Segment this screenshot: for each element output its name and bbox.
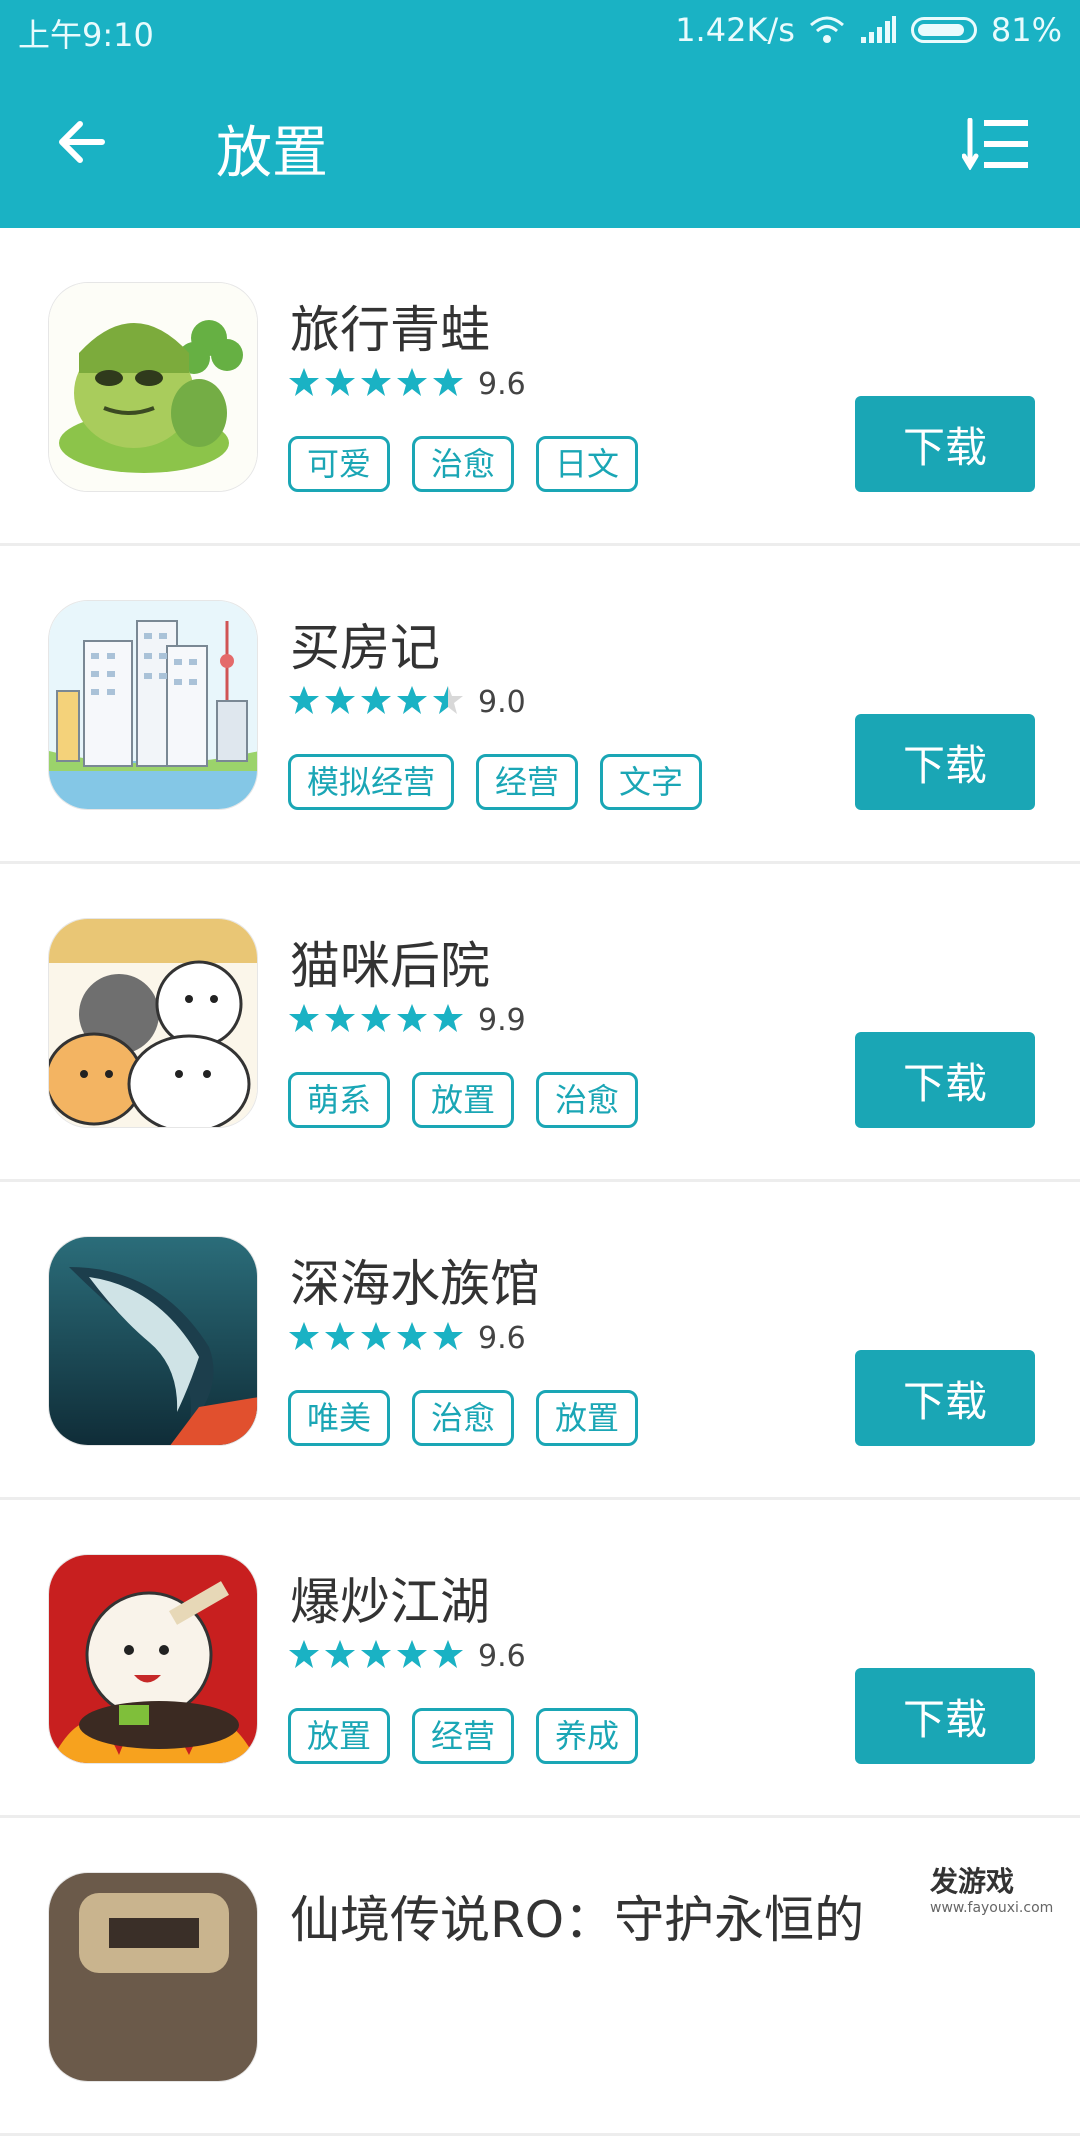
- download-button[interactable]: 下载: [855, 1668, 1035, 1764]
- star-icon: [397, 1322, 427, 1350]
- app-name[interactable]: 买房记: [290, 608, 440, 680]
- list-item[interactable]: 仙境传说RO：守护永恒的: [0, 1818, 1080, 2136]
- rating-score: 9.6: [478, 1638, 526, 1674]
- star-icon: [325, 1004, 355, 1032]
- star-icon: [397, 368, 427, 396]
- tag[interactable]: 唯美: [288, 1390, 391, 1446]
- star-icon: [433, 1640, 463, 1668]
- app-icon-whale[interactable]: [48, 1236, 258, 1446]
- rating: 9.6: [288, 1318, 526, 1358]
- sort-icon[interactable]: [962, 118, 1030, 170]
- tag[interactable]: 放置: [288, 1708, 391, 1764]
- app-header: 上午9:10 1.42K/s 81% 放置: [0, 0, 1080, 228]
- star-icon: [361, 686, 391, 714]
- app-icon-chef[interactable]: [48, 1554, 258, 1764]
- rating-stars: [288, 1320, 468, 1356]
- download-button[interactable]: 下载: [855, 1350, 1035, 1446]
- signal-icon: [860, 16, 896, 43]
- star-icon: [361, 368, 391, 396]
- star-icon: [397, 1004, 427, 1032]
- tag[interactable]: 萌系: [288, 1072, 391, 1128]
- list-item[interactable]: 爆炒江湖 9.6 放置 经营 养成 下载: [0, 1500, 1080, 1818]
- star-icon: [433, 1004, 463, 1032]
- back-arrow-icon[interactable]: [52, 112, 112, 172]
- app-list: 旅行青蛙 9.6 可爱 治愈 日文 下载 买房记 9.0 模拟经营 经营 文字 …: [0, 228, 1080, 2136]
- watermark-brand: 发游戏: [930, 1865, 1015, 1898]
- tag[interactable]: 放置: [536, 1390, 639, 1446]
- star-icon: [289, 368, 319, 396]
- rating-score: 9.9: [478, 1002, 526, 1038]
- app-name[interactable]: 猫咪后院: [290, 926, 490, 998]
- network-speed: 1.42K/s: [675, 11, 795, 49]
- status-right: 1.42K/s 81%: [675, 10, 1062, 50]
- half-star-icon: [433, 686, 463, 714]
- star-icon: [361, 1322, 391, 1350]
- wifi-icon: [809, 16, 844, 43]
- tag[interactable]: 治愈: [412, 1390, 515, 1446]
- watermark-logo: 发游戏 www.fayouxi.com: [930, 1860, 1053, 1916]
- app-name[interactable]: 仙境传说RO：守护永恒的: [290, 1880, 864, 1952]
- rating: 9.9: [288, 1000, 526, 1040]
- tag[interactable]: 养成: [536, 1708, 639, 1764]
- star-icon: [289, 1322, 319, 1350]
- rating-stars: [288, 1638, 468, 1674]
- rating-score: 9.0: [478, 684, 526, 720]
- rating: 9.0: [288, 682, 526, 722]
- star-icon: [433, 1322, 463, 1350]
- download-button[interactable]: 下载: [855, 1032, 1035, 1128]
- page-title: 放置: [216, 121, 328, 186]
- app-icon-ro[interactable]: [48, 1872, 258, 2082]
- star-icon: [397, 1640, 427, 1668]
- list-item[interactable]: 猫咪后院 9.9 萌系 放置 治愈 下载: [0, 864, 1080, 1182]
- star-icon: [289, 1640, 319, 1668]
- star-icon: [325, 686, 355, 714]
- star-icon: [325, 368, 355, 396]
- tag-list: 模拟经营 经营 文字: [288, 754, 703, 810]
- watermark-url: www.fayouxi.com: [930, 1900, 1054, 1916]
- star-icon: [325, 1640, 355, 1668]
- star-icon: [289, 686, 319, 714]
- list-item[interactable]: 深海水族馆 9.6 唯美 治愈 放置 下载: [0, 1182, 1080, 1500]
- tag[interactable]: 模拟经营: [288, 754, 455, 810]
- tag[interactable]: 可爱: [288, 436, 391, 492]
- app-name[interactable]: 旅行青蛙: [290, 290, 490, 362]
- tag[interactable]: 经营: [476, 754, 579, 810]
- star-icon: [361, 1004, 391, 1032]
- tag[interactable]: 日文: [536, 436, 639, 492]
- rating: 9.6: [288, 1636, 526, 1676]
- star-icon: [433, 368, 463, 396]
- rating: 9.6: [288, 364, 526, 404]
- status-time: 上午9:10: [18, 16, 154, 54]
- tag[interactable]: 治愈: [536, 1072, 639, 1128]
- tag-list: 萌系 放置 治愈: [288, 1072, 639, 1128]
- rating-stars: [288, 1002, 468, 1038]
- list-item[interactable]: 旅行青蛙 9.6 可爱 治愈 日文 下载: [0, 228, 1080, 546]
- app-icon-buildings[interactable]: [48, 600, 258, 810]
- battery-level: 81%: [990, 11, 1062, 49]
- tag-list: 可爱 治愈 日文: [288, 436, 639, 492]
- download-button[interactable]: 下载: [855, 396, 1035, 492]
- tag[interactable]: 放置: [412, 1072, 515, 1128]
- app-name[interactable]: 爆炒江湖: [290, 1562, 490, 1634]
- rating-stars: [288, 366, 468, 402]
- tag[interactable]: 文字: [600, 754, 703, 810]
- tag-list: 放置 经营 养成: [288, 1708, 639, 1764]
- battery-icon: [910, 17, 977, 43]
- tag[interactable]: 经营: [412, 1708, 515, 1764]
- download-button[interactable]: 下载: [855, 714, 1035, 810]
- rating-stars: [288, 684, 468, 720]
- tag[interactable]: 治愈: [412, 436, 515, 492]
- rating-score: 9.6: [478, 366, 526, 402]
- app-icon-cats[interactable]: [48, 918, 258, 1128]
- star-icon: [289, 1004, 319, 1032]
- tag-list: 唯美 治愈 放置: [288, 1390, 639, 1446]
- app-name[interactable]: 深海水族馆: [290, 1244, 540, 1316]
- star-icon: [325, 1322, 355, 1350]
- star-icon: [397, 686, 427, 714]
- list-item[interactable]: 买房记 9.0 模拟经营 经营 文字 下载: [0, 546, 1080, 864]
- star-icon: [361, 1640, 391, 1668]
- status-bar: 上午9:10 1.42K/s 81%: [0, 0, 1080, 60]
- app-icon-frog[interactable]: [48, 282, 258, 492]
- rating-score: 9.6: [478, 1320, 526, 1356]
